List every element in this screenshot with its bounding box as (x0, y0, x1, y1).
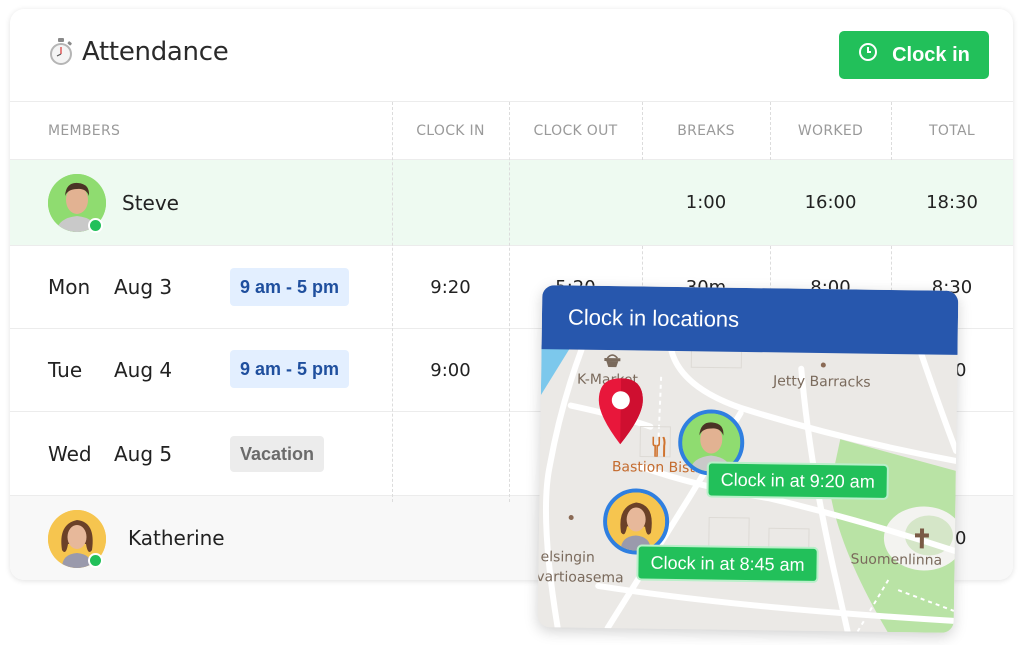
map-label-suomenlinna: Suomenlinna (850, 551, 943, 569)
clock-in-locations-popover[interactable]: Clock in locations K-Market Jetty Barrac… (537, 285, 959, 633)
column-header-total[interactable]: TOTAL (891, 102, 1013, 160)
day-date: Aug 4 (114, 358, 173, 382)
restaurant-icon (652, 436, 666, 462)
clock-in-badge-katherine: Clock in at 8:45 am (636, 544, 819, 583)
shopping-basket-icon (603, 352, 621, 373)
clock-in-label: Clock in (892, 43, 970, 66)
day-date: Aug 5 (114, 441, 173, 466)
day-name: Wed (48, 441, 92, 466)
column-divider (770, 102, 771, 160)
column-divider (642, 102, 643, 160)
table-header: MEMBERS CLOCK IN CLOCK OUT BREAKS WORKED… (10, 102, 1013, 160)
map-label-vartioasema: vartioasema (537, 569, 624, 587)
clock-in-button[interactable]: Clock in (839, 31, 989, 79)
online-status-dot (88, 218, 103, 233)
popover-title: Clock in locations (541, 285, 959, 355)
column-header-breaks[interactable]: BREAKS (642, 102, 770, 160)
online-status-dot (88, 553, 103, 568)
column-divider (891, 102, 892, 160)
card-header: Attendance Clock in (10, 9, 1013, 102)
clock-in-value: 9:00 (430, 359, 471, 381)
column-divider (392, 102, 393, 502)
clock-icon (858, 42, 878, 68)
member-name: Katherine (128, 526, 225, 550)
day-name: Mon (48, 275, 91, 299)
map-label-helsingin: elsingin (540, 549, 595, 566)
column-header-clock-in[interactable]: CLOCK IN (392, 102, 509, 160)
member-worked: 16:00 (804, 192, 857, 213)
column-header-members[interactable]: MEMBERS (48, 102, 120, 160)
clock-in-badge-steve: Clock in at 9:20 am (706, 461, 890, 500)
shift-tag[interactable]: 9 am - 5 pm (230, 268, 350, 306)
member-breaks: 1:00 (685, 192, 727, 213)
member-name: Steve (122, 190, 179, 215)
vacation-tag[interactable]: Vacation (230, 436, 325, 472)
column-divider (891, 246, 892, 296)
page-title: Attendance (48, 37, 229, 67)
clock-in-value: 9:20 (430, 276, 471, 298)
member-total: 18:30 (926, 192, 978, 213)
stopwatch-icon (48, 38, 74, 66)
church-icon (914, 528, 929, 553)
column-header-clock-out[interactable]: CLOCK OUT (509, 102, 642, 160)
member-row-steve[interactable]: Steve 1:00 16:00 18:30 (10, 160, 1013, 246)
column-header-worked[interactable]: WORKED (770, 102, 891, 160)
column-divider (509, 102, 510, 502)
map-label-jetty-barracks: Jetty Barracks (772, 373, 871, 391)
day-date: Aug 3 (114, 275, 173, 299)
shift-tag[interactable]: 9 am - 5 pm (230, 350, 350, 388)
day-name: Tue (48, 358, 83, 382)
location-pin-icon (596, 378, 645, 450)
title-text: Attendance (82, 37, 229, 67)
